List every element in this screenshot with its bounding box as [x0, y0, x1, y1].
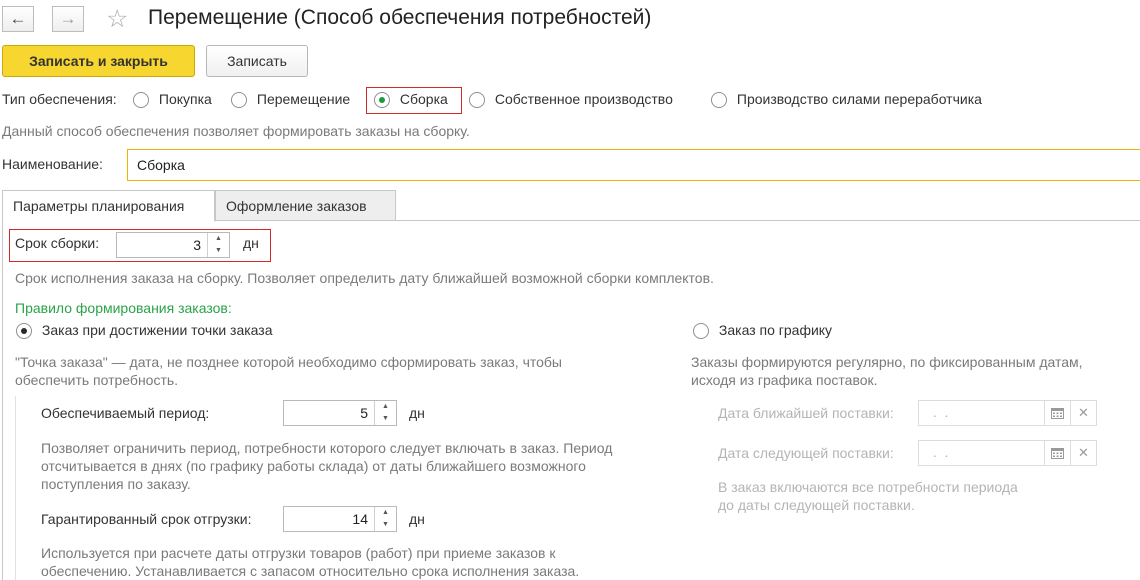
guaranteed-shipment-hint-line-2: обеспечению. Устанавливается с запасом о… — [41, 563, 580, 579]
schedule-hint-line-2: исходя из графика поставок. — [691, 372, 878, 388]
radio-label: Собственное производство — [494, 91, 673, 107]
spin-down-icon[interactable]: ▼ — [215, 247, 222, 254]
clear-icon[interactable]: ✕ — [1070, 441, 1096, 465]
provided-period-stepper[interactable]: ▲ ▼ — [374, 401, 396, 425]
radio-button[interactable] — [711, 92, 727, 109]
name-field-value: Сборка — [137, 157, 185, 173]
guaranteed-shipment-label: Гарантированный срок отгрузки: — [41, 511, 252, 527]
supply-type-option-purchase[interactable]: Покупка — [133, 91, 212, 109]
schedule-hint-line-1: Заказы формируются регулярно, по фиксиро… — [691, 354, 1083, 370]
spin-up-icon[interactable]: ▲ — [215, 235, 222, 242]
assembly-term-hint: Срок исполнения заказа на сборку. Позвол… — [15, 270, 714, 286]
calendar-icon[interactable] — [1044, 401, 1070, 425]
supply-type-option-transfer[interactable]: Перемещение — [231, 91, 351, 109]
radio-button[interactable] — [231, 92, 247, 109]
following-delivery-date-input[interactable]: . . ✕ — [918, 440, 1097, 466]
favorite-star-icon[interactable]: ☆ — [106, 4, 128, 34]
order-rule-option-point[interactable]: Заказ при достижении точки заказа — [16, 322, 273, 340]
schedule-period-hint-line-1: В заказ включаются все потребности перио… — [718, 479, 1018, 495]
supply-type-option-contractor[interactable]: Производство силами переработчика — [711, 91, 982, 109]
assembly-term-input[interactable]: 3 ▲ ▼ — [116, 232, 230, 258]
assembly-term-value: 3 — [193, 237, 201, 253]
radio-label: Покупка — [158, 91, 212, 107]
order-point-hint-line-1: "Точка заказа" — дата, не позднее которо… — [15, 354, 562, 370]
following-delivery-label: Дата следующей поставки: — [718, 445, 894, 461]
next-delivery-label: Дата ближайшей поставки: — [718, 405, 894, 421]
assembly-term-label: Срок сборки: — [15, 235, 100, 251]
tab-panel-border — [2, 221, 3, 580]
schedule-period-hint-line-2: до даты следующей поставки. — [718, 497, 915, 513]
forward-button[interactable]: → — [52, 6, 84, 32]
tab-planning-parameters[interactable]: Параметры планирования — [2, 190, 215, 222]
provided-period-unit: дн — [409, 405, 425, 421]
guaranteed-shipment-hint-line-1: Используется при расчете даты отгрузки т… — [41, 545, 556, 561]
radio-button[interactable] — [133, 92, 149, 109]
back-button[interactable]: ← — [2, 6, 34, 32]
order-point-hint-line-2: обеспечить потребность. — [15, 372, 179, 388]
guaranteed-shipment-input[interactable]: 14 ▲ ▼ — [283, 506, 397, 532]
assembly-term-stepper[interactable]: ▲ ▼ — [207, 233, 229, 257]
forward-arrow-icon: → — [59, 9, 77, 28]
calendar-icon[interactable] — [1044, 441, 1070, 465]
provided-period-hint-line-2: отсчитывается в днях (по графику работы … — [41, 458, 586, 474]
order-rule-label: Правило формирования заказов: — [15, 300, 232, 316]
tab-label: Оформление заказов — [226, 197, 367, 214]
spin-up-icon[interactable]: ▲ — [382, 403, 389, 410]
back-arrow-icon: ← — [9, 9, 27, 28]
spin-down-icon[interactable]: ▼ — [382, 521, 389, 528]
radio-label: Заказ по графику — [718, 322, 833, 338]
radio-label: Перемещение — [256, 91, 351, 107]
provided-period-hint-line-3: поступления по заказу. — [41, 476, 191, 492]
order-rule-option-schedule[interactable]: Заказ по графику — [693, 322, 833, 340]
page-title: Перемещение (Способ обеспечения потребно… — [148, 6, 652, 29]
tab-order-settings[interactable]: Оформление заказов — [215, 190, 396, 221]
following-delivery-date-value: . . — [929, 444, 949, 460]
supply-type-label: Тип обеспечения: — [2, 91, 117, 107]
provided-period-label: Обеспечиваемый период: — [41, 405, 210, 421]
guaranteed-shipment-unit: дн — [409, 511, 425, 527]
next-delivery-date-value: . . — [929, 404, 949, 420]
supply-type-option-assembly[interactable]: Сборка — [374, 91, 448, 109]
radio-button-selected[interactable] — [16, 323, 32, 340]
radio-button[interactable] — [469, 92, 485, 109]
tab-label: Параметры планирования — [13, 198, 185, 214]
radio-label: Сборка — [399, 91, 448, 107]
provided-period-input[interactable]: 5 ▲ ▼ — [283, 400, 397, 426]
provided-period-value: 5 — [360, 405, 368, 421]
clear-icon[interactable]: ✕ — [1070, 401, 1096, 425]
radio-button[interactable] — [693, 323, 709, 340]
spin-up-icon[interactable]: ▲ — [382, 509, 389, 516]
group-indent-line — [15, 396, 16, 580]
name-field[interactable]: Сборка — [127, 149, 1140, 181]
guaranteed-shipment-stepper[interactable]: ▲ ▼ — [374, 507, 396, 531]
supply-type-option-own-production[interactable]: Собственное производство — [469, 91, 673, 109]
name-label: Наименование: — [2, 156, 103, 172]
radio-button-selected[interactable] — [374, 92, 390, 109]
guaranteed-shipment-value: 14 — [352, 511, 368, 527]
radio-label: Заказ при достижении точки заказа — [41, 322, 273, 338]
radio-label: Производство силами переработчика — [736, 91, 982, 107]
supply-type-hint: Данный способ обеспечения позволяет форм… — [2, 123, 470, 139]
next-delivery-date-input[interactable]: . . ✕ — [918, 400, 1097, 426]
spin-down-icon[interactable]: ▼ — [382, 415, 389, 422]
save-and-close-button[interactable]: Записать и закрыть — [2, 45, 195, 77]
provided-period-hint-line-1: Позволяет ограничить период, потребности… — [41, 440, 613, 456]
save-button[interactable]: Записать — [206, 45, 308, 77]
assembly-term-unit: дн — [243, 235, 259, 251]
